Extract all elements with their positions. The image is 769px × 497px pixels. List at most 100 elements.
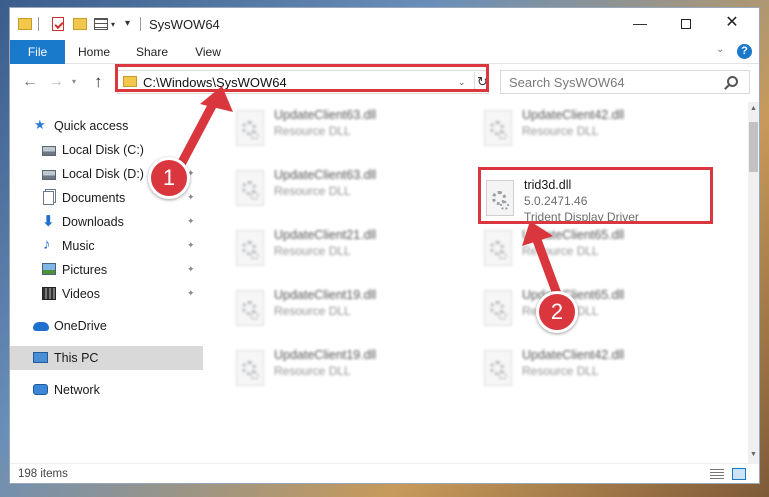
pictures-icon: [42, 263, 56, 275]
sidebar-item-pictures[interactable]: Pictures ✦: [10, 258, 203, 282]
maximize-button[interactable]: [663, 8, 709, 38]
sidebar-item-label: Documents: [62, 191, 126, 205]
file-description: Resource DLL: [522, 244, 599, 258]
details-view-icon[interactable]: [710, 469, 724, 480]
recent-locations-button[interactable]: ▾: [72, 77, 76, 86]
address-bar-highlight: [115, 64, 489, 92]
file-list: UpdateClient63.dll Resource DLL UpdateCl…: [210, 102, 740, 464]
star-icon: ★: [34, 117, 46, 132]
vertical-scrollbar[interactable]: ▲ ▼: [748, 102, 759, 464]
pin-icon[interactable]: ✦: [187, 216, 195, 227]
view-options-icon[interactable]: [94, 18, 108, 30]
file-name: UpdateClient63.dll: [274, 108, 377, 122]
file-description: Resource DLL: [522, 124, 599, 138]
pin-icon[interactable]: ✦: [187, 264, 195, 275]
search-placeholder: Search SysWOW64: [509, 75, 625, 90]
navigation-pane: ★ Quick access Local Disk (C:) ✦ Local D…: [10, 102, 203, 464]
file-item[interactable]: UpdateClient63.dll Resource DLL: [228, 102, 458, 154]
new-folder-icon[interactable]: [73, 18, 87, 30]
folder-icon[interactable]: [18, 18, 32, 30]
sidebar-item-label: Local Disk (C:): [62, 143, 144, 157]
up-button[interactable]: ↑: [94, 72, 103, 92]
file-item[interactable]: UpdateClient42.dll Resource DLL: [476, 342, 706, 394]
pin-icon[interactable]: ✦: [187, 240, 195, 251]
file-description: Resource DLL: [274, 304, 351, 318]
download-icon: ⬇: [42, 213, 55, 230]
sidebar-item-label: This PC: [54, 351, 99, 365]
dll-file-icon: [236, 350, 264, 386]
file-item[interactable]: UpdateClient21.dll Resource DLL: [228, 222, 458, 274]
file-item[interactable]: UpdateClient42.dll Resource DLL: [476, 102, 706, 154]
toolbar-divider: [38, 17, 39, 31]
sidebar-item-music[interactable]: ♪ Music ✦: [10, 234, 203, 258]
file-name: UpdateClient21.dll: [274, 228, 377, 242]
chevron-down-icon[interactable]: ▾: [111, 20, 115, 36]
file-description: Resource DLL: [522, 364, 599, 378]
tab-file[interactable]: File: [10, 40, 65, 64]
tab-home[interactable]: Home: [68, 40, 120, 64]
sidebar-item-quick-access[interactable]: ★ Quick access: [10, 114, 203, 138]
file-item[interactable]: UpdateClient65.dll Resource DLL: [476, 222, 706, 274]
step-2-badge: 2: [536, 291, 578, 333]
dll-file-icon: [236, 290, 264, 326]
file-name: UpdateClient19.dll: [274, 348, 377, 362]
maximize-icon: [681, 19, 691, 30]
pc-icon: [33, 352, 48, 363]
dll-file-icon: [236, 230, 264, 266]
sidebar-item-downloads[interactable]: ⬇ Downloads ✦: [10, 210, 203, 234]
dll-file-icon: [484, 290, 512, 326]
documents-icon: [43, 191, 54, 205]
tiles-view-icon[interactable]: [732, 468, 746, 480]
tab-share[interactable]: Share: [126, 40, 178, 64]
file-description: Resource DLL: [274, 244, 351, 258]
ribbon: File Home Share View ⌄ ?: [10, 40, 759, 64]
dll-file-icon: [484, 110, 512, 146]
search-input[interactable]: Search SysWOW64: [500, 70, 750, 94]
disk-icon: [42, 146, 56, 156]
tab-view[interactable]: View: [182, 40, 234, 64]
sidebar-item-network[interactable]: Network: [10, 378, 203, 402]
sidebar-item-label: Local Disk (D:): [62, 167, 144, 181]
file-description: Resource DLL: [274, 364, 351, 378]
dll-file-icon: [236, 170, 264, 206]
forward-button[interactable]: →: [48, 73, 64, 91]
status-bar: 198 items: [10, 463, 759, 483]
file-name: UpdateClient19.dll: [274, 288, 377, 302]
pin-icon[interactable]: ✦: [187, 192, 195, 203]
file-description: Resource DLL: [274, 124, 351, 138]
file-item[interactable]: UpdateClient65.dll Resource DLL: [476, 282, 706, 334]
file-item[interactable]: UpdateClient19.dll Resource DLL: [228, 282, 458, 334]
cloud-icon: [33, 322, 49, 331]
sidebar-item-this-pc[interactable]: This PC: [10, 346, 203, 370]
sidebar-item-label: Network: [54, 383, 100, 397]
scroll-down-icon[interactable]: ▼: [748, 448, 759, 462]
sidebar-item-label: Videos: [62, 287, 100, 301]
minimize-button[interactable]: —: [617, 8, 663, 38]
dll-file-icon: [484, 230, 512, 266]
network-icon: [33, 384, 48, 395]
expand-ribbon-icon[interactable]: ⌄: [716, 44, 724, 55]
search-icon[interactable]: [727, 76, 738, 87]
help-icon[interactable]: ?: [737, 44, 752, 59]
sidebar-item-label: Pictures: [62, 263, 108, 277]
pin-icon[interactable]: ✦: [187, 144, 195, 155]
target-file-highlight: [478, 167, 713, 224]
file-name: UpdateClient65.dll: [522, 228, 625, 242]
disk-icon: [42, 170, 56, 180]
properties-icon[interactable]: [52, 17, 64, 31]
file-item[interactable]: UpdateClient63.dll Resource DLL: [228, 162, 458, 214]
scroll-up-icon[interactable]: ▲: [748, 102, 759, 116]
sidebar-item-onedrive[interactable]: OneDrive: [10, 314, 203, 338]
toolbar-divider: [140, 17, 141, 31]
scroll-thumb[interactable]: [749, 122, 758, 172]
back-button[interactable]: ←: [22, 73, 38, 91]
file-name: UpdateClient42.dll: [522, 108, 625, 122]
pin-icon[interactable]: ✦: [187, 288, 195, 299]
sidebar-item-label: OneDrive: [54, 319, 107, 333]
title-bar: ▾ ▾ SysWOW64 — ✕: [10, 8, 759, 40]
customize-toolbar-icon[interactable]: ▾: [125, 18, 130, 34]
file-item[interactable]: UpdateClient19.dll Resource DLL: [228, 342, 458, 394]
sidebar-item-label: Music: [62, 239, 95, 253]
sidebar-item-videos[interactable]: Videos ✦: [10, 282, 203, 306]
close-button[interactable]: ✕: [709, 8, 755, 38]
